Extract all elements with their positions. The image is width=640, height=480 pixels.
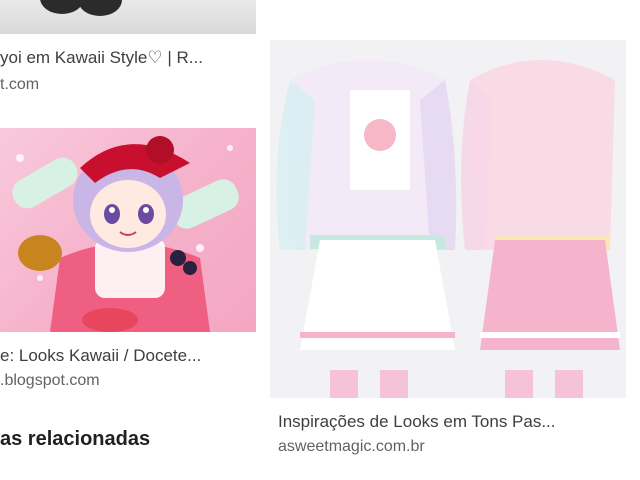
related-searches-heading: as relacionadas <box>0 428 151 450</box>
result-source: t.com <box>0 76 40 93</box>
result-source: ... <box>278 0 291 4</box>
result-title[interactable]: Inspirações de Looks em Tons Pas... <box>278 412 628 432</box>
result-image-shoes[interactable] <box>0 0 256 34</box>
anime-illustration <box>12 136 239 332</box>
result-image-outfits[interactable] <box>270 40 626 398</box>
result-source: asweetmagic.com.br <box>278 438 425 455</box>
result-title[interactable]: e: Looks Kawaii / Docete... <box>0 346 250 366</box>
result-title[interactable]: yoi em Kawaii Style♡ | R... <box>0 48 250 68</box>
result-source: .blogspot.com <box>0 372 100 389</box>
result-image-anime[interactable] <box>0 128 256 332</box>
shoe-right <box>78 0 122 16</box>
outfits-photo <box>276 60 620 398</box>
